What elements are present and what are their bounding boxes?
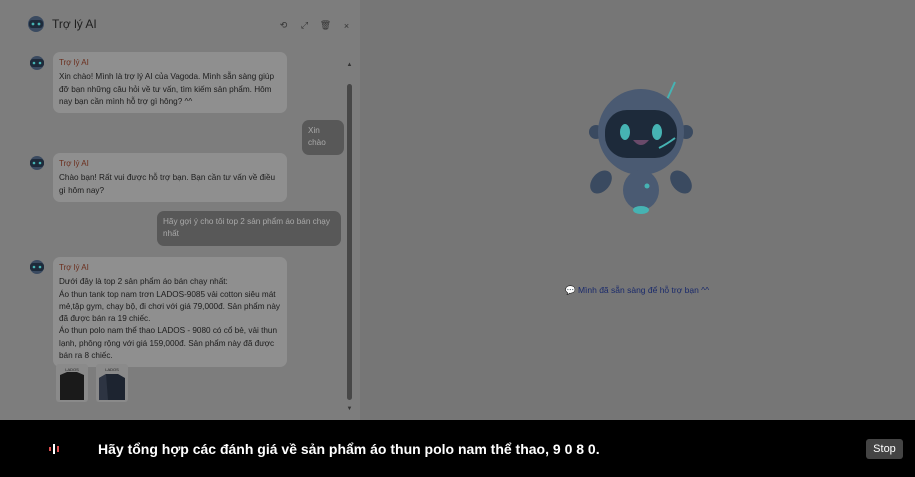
stop-button[interactable]: Stop bbox=[866, 439, 903, 459]
chat-title: Trợ lý AI bbox=[52, 17, 97, 31]
tshirt-icon: LADOS bbox=[60, 367, 84, 400]
product-thumbnails: LADOS LADOS bbox=[56, 364, 128, 402]
product-thumb[interactable]: LADOS bbox=[56, 364, 88, 402]
header-actions: ⟲ ⤢ 🗑 × bbox=[278, 20, 352, 31]
dictation-text: Hãy tổng hợp các đánh giá về sản phẩm áo… bbox=[98, 441, 600, 457]
bot-message: Trợ lý AI Chào bạn! Rất vui được hỗ trợ … bbox=[53, 153, 287, 202]
bot-avatar-icon bbox=[30, 156, 44, 170]
bot-message-text: Chào bạn! Rất vui được hỗ trợ bạn. Bạn c… bbox=[59, 173, 276, 195]
svg-text:LADOS: LADOS bbox=[105, 367, 119, 372]
bot-name: Trợ lý AI bbox=[59, 159, 89, 168]
trash-icon[interactable]: 🗑 bbox=[320, 20, 331, 31]
expand-icon[interactable]: ⤢ bbox=[299, 20, 310, 31]
bot-message-line: Áo thun polo nam thể thao LADOS - 9080 c… bbox=[59, 326, 278, 361]
sync-icon[interactable]: ⟲ bbox=[278, 20, 289, 31]
close-icon[interactable]: × bbox=[341, 20, 352, 31]
ready-message: 💬 Mình đã sẵn sàng để hỗ trợ bạn ^^ bbox=[565, 285, 710, 295]
bot-message-text: Xin chào! Mình là trợ lý AI của Vagoda. … bbox=[59, 72, 275, 106]
microphone-icon bbox=[49, 444, 59, 454]
svg-text:LADOS: LADOS bbox=[65, 367, 79, 372]
bot-name: Trợ lý AI bbox=[59, 58, 89, 67]
scroll-up-icon[interactable]: ▲ bbox=[346, 62, 353, 68]
bot-message-line: Dưới đây là top 2 sản phẩm áo bán chạy n… bbox=[59, 277, 228, 287]
scrollbar-thumb[interactable] bbox=[347, 84, 352, 400]
scroll-down-icon[interactable]: ▼ bbox=[346, 406, 353, 412]
product-thumb[interactable]: LADOS bbox=[96, 364, 128, 402]
robot-avatar-icon bbox=[28, 16, 44, 32]
scrollbar[interactable]: ▲ ▼ bbox=[346, 62, 353, 412]
bot-message: Trợ lý AI Dưới đây là top 2 sản phẩm áo … bbox=[53, 257, 287, 368]
bot-avatar-icon bbox=[30, 56, 44, 70]
bot-avatar-icon bbox=[30, 260, 44, 274]
bot-message: Trợ lý AI Xin chào! Mình là trợ lý AI củ… bbox=[53, 52, 287, 114]
robot-illustration bbox=[589, 81, 693, 214]
user-message: Hãy gợi ý cho tôi top 2 sản phẩm áo bán … bbox=[157, 211, 341, 246]
chat-panel: Trợ lý AI ⟲ ⤢ 🗑 × Trợ lý AI Xin chào! Mì… bbox=[0, 0, 360, 420]
user-message: Xin chào bbox=[302, 120, 344, 155]
polo-shirt-icon: LADOS bbox=[99, 367, 125, 400]
bot-message-line: Áo thun tank top nam trơn LADOS-9085 vải… bbox=[59, 289, 281, 324]
bot-name: Trợ lý AI bbox=[59, 263, 89, 272]
message-list: Trợ lý AI Xin chào! Mình là trợ lý AI củ… bbox=[0, 50, 344, 420]
